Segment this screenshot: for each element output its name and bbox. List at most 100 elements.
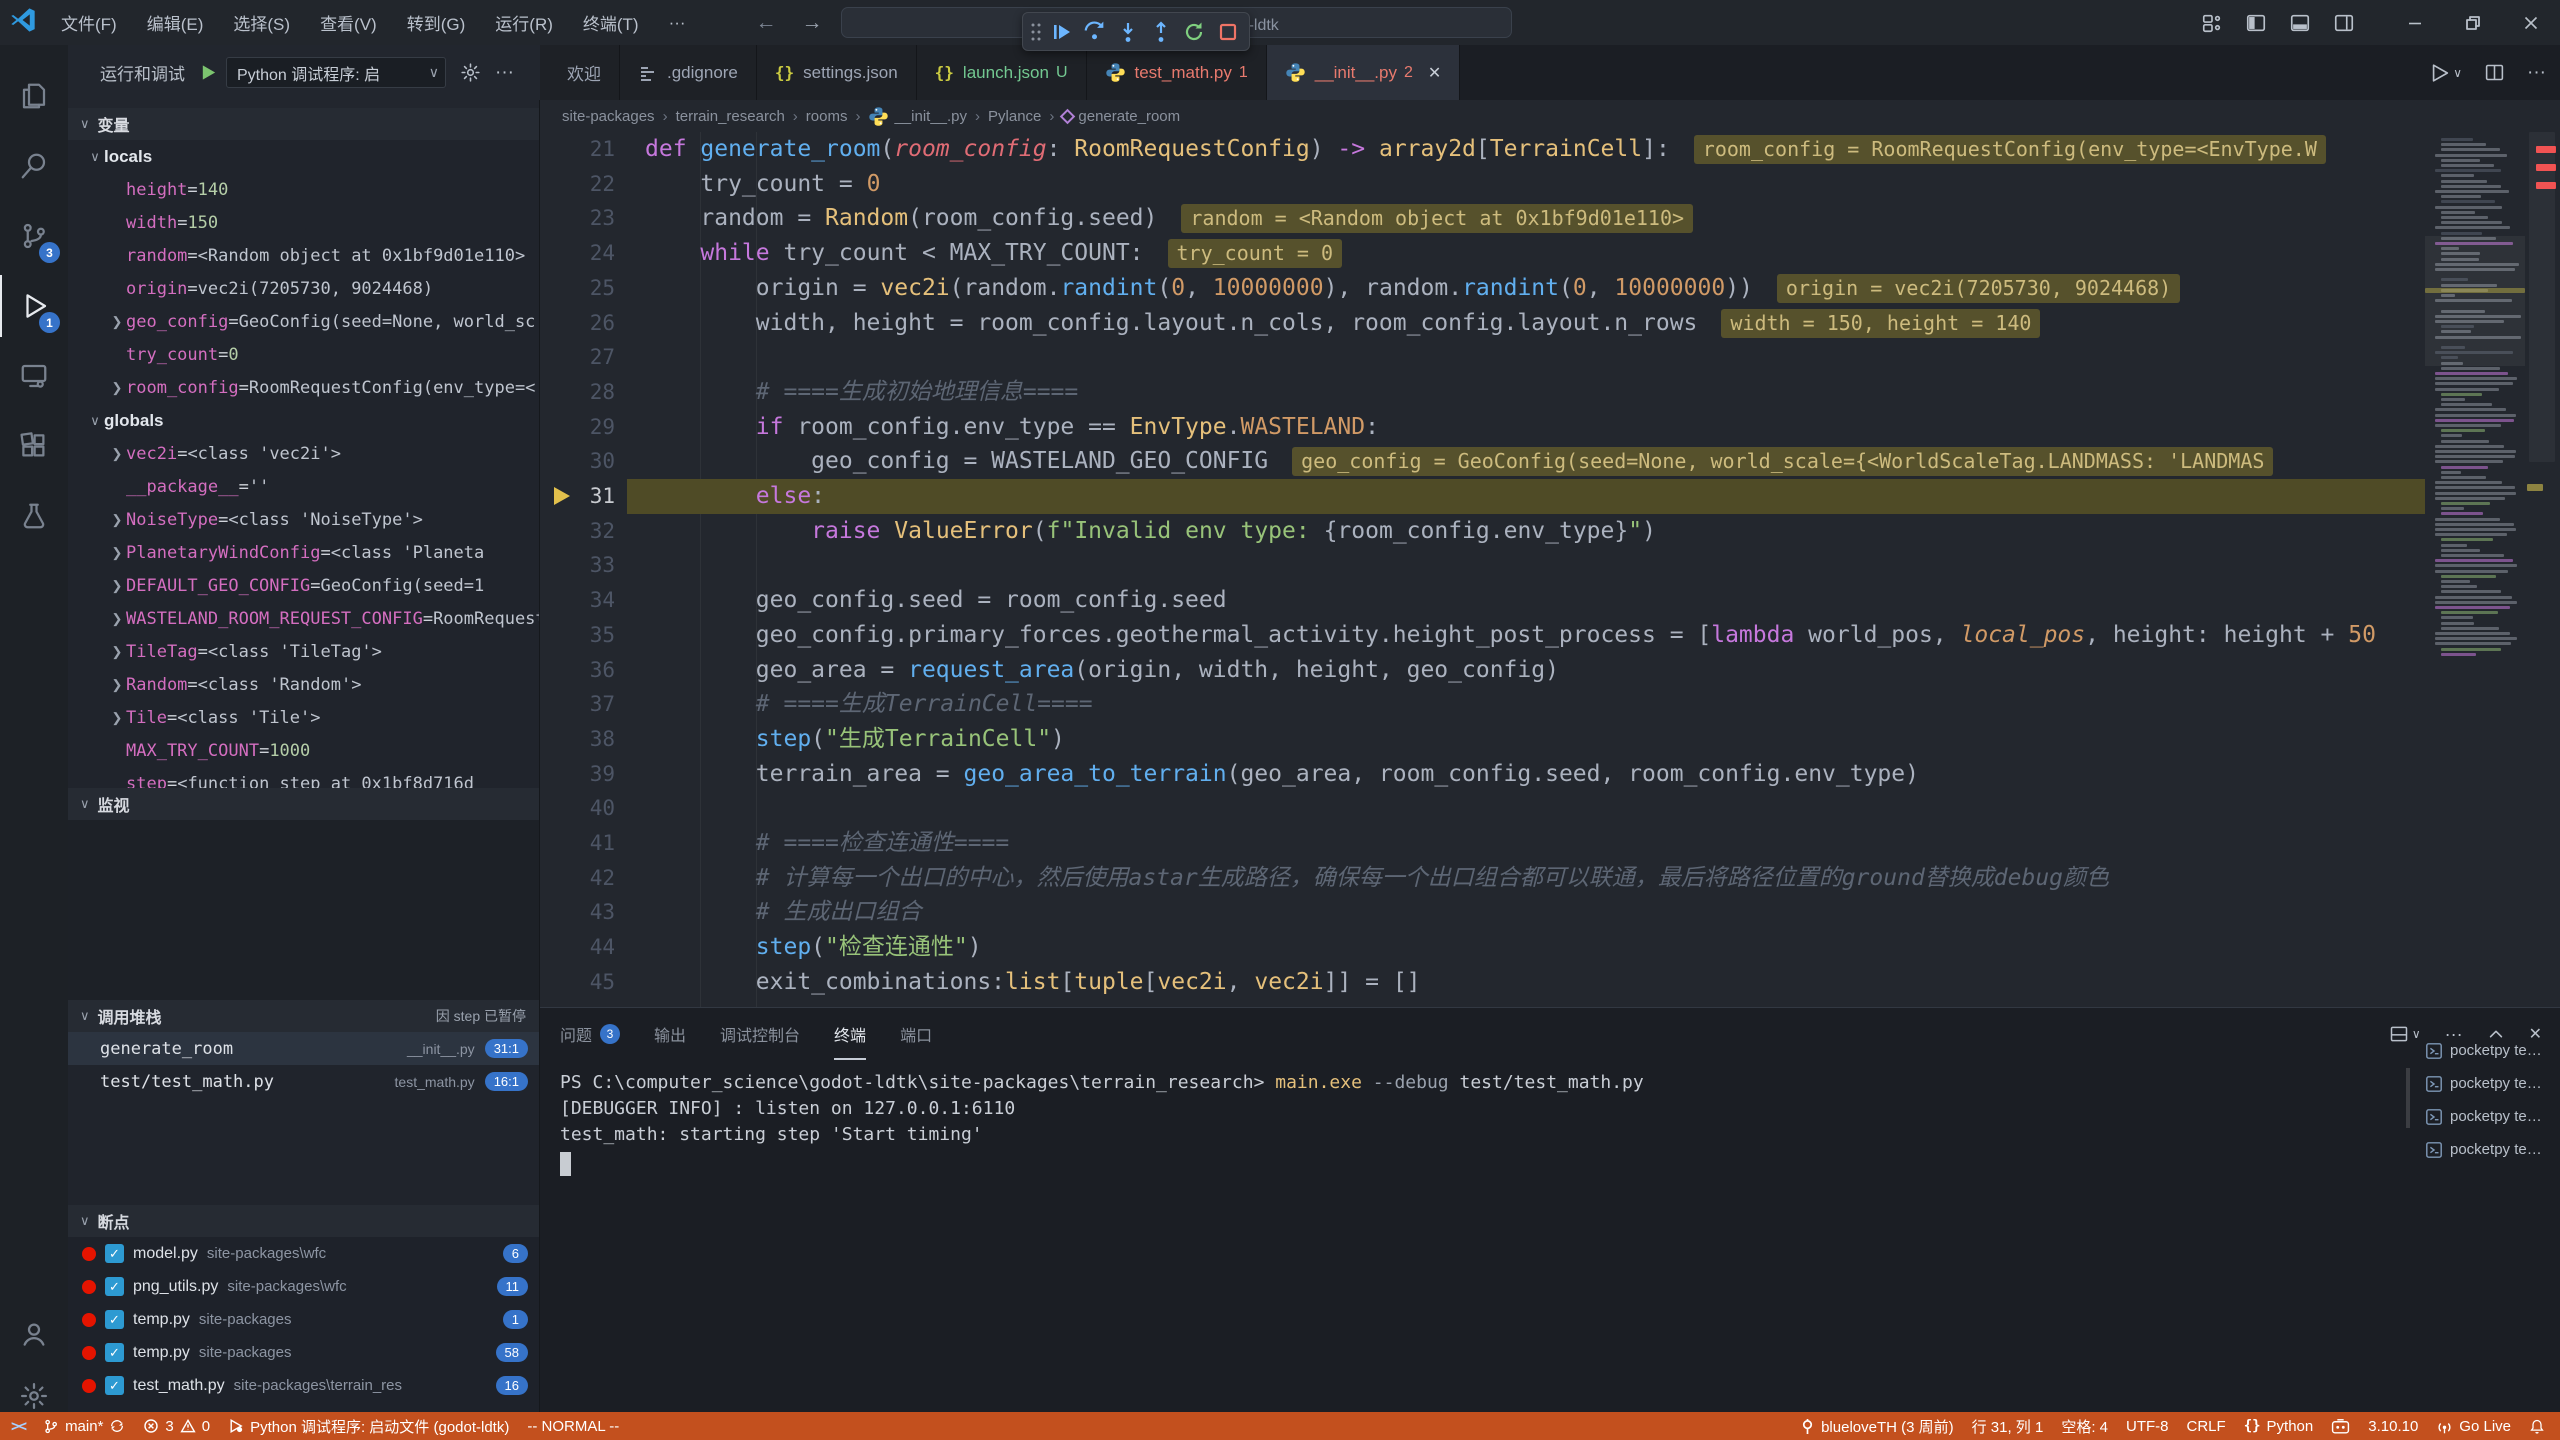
statusbar-right-0[interactable]: blueloveTH (3 周前) (1791, 1412, 1963, 1440)
activity-explorer[interactable] (0, 65, 68, 127)
line-number-36[interactable]: 36 (540, 653, 615, 688)
breadcrumb-generate_room[interactable]: generate_room (1062, 108, 1180, 125)
menu-item-1[interactable]: 编辑(E) (132, 0, 219, 45)
code-line-38[interactable]: step("生成TerrainCell") (645, 722, 1065, 757)
menu-item-3[interactable]: 查看(V) (305, 0, 392, 45)
start-debug-button[interactable] (199, 63, 218, 82)
variable-room_config[interactable]: ❯room_config = RoomRequestConfig(env_typ… (68, 371, 540, 404)
statusbar-left-4[interactable]: -- NORMAL -- (518, 1412, 628, 1440)
variable-height[interactable]: height = 140 (68, 173, 540, 206)
breakpoint-checkbox[interactable]: ✓ (105, 1343, 124, 1362)
statusbar-left-1[interactable]: main* (34, 1412, 134, 1440)
statusbar-right-1[interactable]: 行 31, 列 1 (1963, 1412, 2053, 1440)
breadcrumb-terrain_research[interactable]: terrain_research (676, 108, 785, 125)
menu-item-6[interactable]: 终端(T) (568, 0, 654, 45)
line-number-34[interactable]: 34 (540, 583, 615, 618)
variable-width[interactable]: width = 150 (68, 206, 540, 239)
breakpoint-png_utils.py[interactable]: ✓png_utils.pysite-packages\wfc11 (68, 1270, 540, 1303)
stack-frame-test/test_math.py[interactable]: test/test_math.pytest_math.py16:1 (68, 1065, 540, 1098)
restore-window-button[interactable] (2444, 0, 2502, 45)
code-line-43[interactable]: # 生成出口组合 (645, 895, 921, 930)
activity-source-control[interactable]: 3 (0, 205, 68, 267)
statusbar-right-2[interactable]: 空格: 4 (2052, 1412, 2117, 1440)
line-number-32[interactable]: 32 (540, 514, 615, 549)
menu-item-2[interactable]: 选择(S) (218, 0, 305, 45)
line-number-25[interactable]: 25 (540, 271, 615, 306)
statusbar-right-8[interactable]: Go Live (2427, 1412, 2520, 1440)
overview-ruler[interactable] (2525, 132, 2560, 1007)
activity-run-debug[interactable]: 1 (0, 275, 68, 337)
code-line-45[interactable]: exit_combinations:list[tuple[vec2i, vec2… (645, 965, 1421, 1000)
variable-random[interactable]: random = <Random object at 0x1bf9d01e110… (68, 239, 540, 272)
menu-item-0[interactable]: 文件(F) (46, 0, 132, 45)
scope-globals[interactable]: ∨globals (68, 404, 540, 437)
minimap[interactable] (2425, 132, 2525, 1007)
run-python-file-button[interactable]: ∨ (2429, 62, 2462, 84)
statusbar-right-7[interactable]: 3.10.10 (2359, 1412, 2427, 1440)
statusbar-right-4[interactable]: CRLF (2178, 1412, 2235, 1440)
breakpoints-section-header[interactable]: ∨断点 (68, 1205, 540, 1237)
line-number-27[interactable]: 27 (540, 340, 615, 375)
breakpoint-temp.py[interactable]: ✓temp.pysite-packages1 (68, 1303, 540, 1336)
code-line-44[interactable]: step("检查连通性") (645, 930, 982, 965)
statusbar-left-2[interactable]: 30 (134, 1412, 219, 1440)
breadcrumb-site-packages[interactable]: site-packages (562, 108, 655, 125)
debug-gear-icon[interactable] (460, 62, 481, 83)
line-number-43[interactable]: 43 (540, 895, 615, 930)
code-line-39[interactable]: terrain_area = geo_area_to_terrain(geo_a… (645, 757, 1919, 792)
line-number-31[interactable]: 31 (540, 479, 615, 514)
variable-WASTELAND_ROOM_REQUEST_CONFIG[interactable]: ❯WASTELAND_ROOM_REQUEST_CONFIG = RoomReq… (68, 602, 540, 635)
debug-step-over-button[interactable] (1080, 17, 1108, 47)
code-line-32[interactable]: raise ValueError(f"Invalid env type: {ro… (645, 514, 1656, 549)
code-line-34[interactable]: geo_config.seed = room_config.seed (645, 583, 1227, 618)
stack-frame-generate_room[interactable]: generate_room__init__.py31:1 (68, 1032, 540, 1065)
code-line-24[interactable]: while try_count < MAX_TRY_COUNT:try_coun… (645, 236, 1342, 271)
breakpoint-checkbox[interactable]: ✓ (105, 1244, 124, 1263)
toggle-secondary-sidebar-icon[interactable] (2322, 0, 2366, 45)
toggle-sidebar-icon[interactable] (2234, 0, 2278, 45)
activity-account[interactable] (0, 1303, 68, 1365)
breakpoint-checkbox[interactable]: ✓ (105, 1376, 124, 1395)
menu-item-7[interactable]: ··· (654, 0, 701, 45)
code-editor[interactable]: 21def generate_room(room_config: RoomReq… (540, 132, 2425, 1007)
watch-section-header[interactable]: ∨监视 (68, 788, 540, 820)
line-number-39[interactable]: 39 (540, 757, 615, 792)
terminal-instance-2[interactable]: pocketpy te… (2425, 1100, 2560, 1133)
scope-locals[interactable]: ∨locals (68, 140, 540, 173)
terminal-instance-3[interactable]: pocketpy te… (2425, 1133, 2560, 1166)
line-number-44[interactable]: 44 (540, 930, 615, 965)
code-line-42[interactable]: # 计算每一个出口的中心，然后使用astar生成路径，确保每一个出口组合都可以联… (645, 861, 2109, 896)
debug-step-into-button[interactable] (1114, 17, 1142, 47)
code-line-30[interactable]: geo_config = WASTELAND_GEO_CONFIGgeo_con… (645, 444, 2273, 479)
variable-NoiseType[interactable]: ❯NoiseType = <class 'NoiseType'> (68, 503, 540, 536)
tab-close-icon[interactable]: ✕ (1428, 63, 1441, 83)
editor-scrollbar[interactable] (2529, 132, 2555, 462)
activity-testing[interactable] (0, 485, 68, 547)
line-number-26[interactable]: 26 (540, 306, 615, 341)
menu-item-4[interactable]: 转到(G) (392, 0, 481, 45)
line-number-35[interactable]: 35 (540, 618, 615, 653)
breakpoint-temp.py[interactable]: ✓temp.pysite-packages58 (68, 1336, 540, 1369)
variable-Random[interactable]: ❯Random = <class 'Random'> (68, 668, 540, 701)
line-number-45[interactable]: 45 (540, 965, 615, 1000)
debug-stop-button[interactable] (1214, 17, 1242, 47)
breakpoint-checkbox[interactable]: ✓ (105, 1277, 124, 1296)
variable-step[interactable]: step = <function step at 0x1bf8d716d (68, 767, 540, 788)
debug-more-actions-icon[interactable]: ··· (495, 62, 514, 84)
line-number-22[interactable]: 22 (540, 167, 615, 202)
minimap-slider[interactable] (2425, 236, 2525, 366)
variable-geo_config[interactable]: ❯geo_config = GeoConfig(seed=None, world… (68, 305, 540, 338)
nav-forward-icon[interactable]: → (794, 0, 830, 45)
statusbar-right-9[interactable] (2520, 1412, 2554, 1440)
tab-test_math.py[interactable]: test_math.py1 (1087, 45, 1267, 100)
tab-settings.json[interactable]: {}settings.json (757, 45, 917, 100)
code-line-35[interactable]: geo_config.primary_forces.geothermal_act… (645, 618, 2376, 653)
code-line-23[interactable]: random = Random(room_config.seed)random … (645, 201, 1693, 236)
variable-origin[interactable]: origin = vec2i(7205730, 9024468) (68, 272, 540, 305)
callstack-section-header[interactable]: ∨调用堆栈 因 step 已暂停 (68, 1000, 540, 1032)
toggle-panel-icon[interactable] (2278, 0, 2322, 45)
breakpoint-model.py[interactable]: ✓model.pysite-packages\wfc6 (68, 1237, 540, 1270)
nav-back-icon[interactable]: ← (748, 0, 784, 45)
variable-MAX_TRY_COUNT[interactable]: MAX_TRY_COUNT = 1000 (68, 734, 540, 767)
minimize-button[interactable] (2386, 0, 2444, 45)
